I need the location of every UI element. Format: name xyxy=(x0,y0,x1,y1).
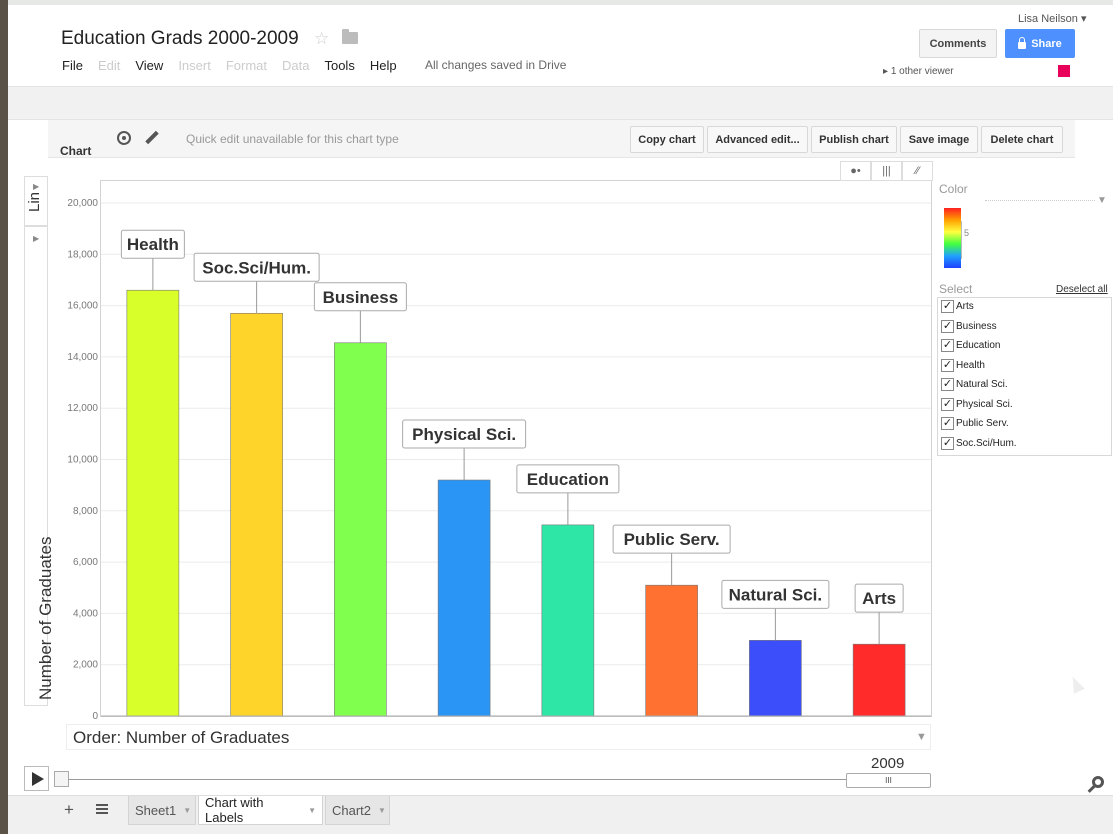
select-item-physical-sci[interactable]: ✓ Physical Sci. xyxy=(941,398,1013,411)
y-tick-label: 16,000 xyxy=(67,301,98,312)
bar[interactable] xyxy=(645,584,698,717)
y-tick-label: 14,000 xyxy=(67,352,98,363)
y-tick-label: 12,000 xyxy=(67,403,98,414)
color-scale-axis xyxy=(961,221,967,259)
caret-down-icon[interactable]: ▼ xyxy=(378,806,386,815)
select-item-business[interactable]: ✓ Business xyxy=(941,320,997,333)
checkbox-icon[interactable]: ✓ xyxy=(941,359,954,372)
caret-down-icon[interactable]: ▼ xyxy=(308,806,316,815)
data-label: Business xyxy=(323,288,399,307)
tab-sheet1[interactable]: Sheet1 ▼ xyxy=(128,796,196,825)
tab-label: Chart2 xyxy=(332,802,372,818)
wrench-icon[interactable] xyxy=(1092,776,1104,788)
timeline-track[interactable] xyxy=(68,779,847,780)
checkbox-icon[interactable]: ✓ xyxy=(941,437,954,450)
data-label: Natural Sci. xyxy=(729,585,823,604)
select-item-label: Public Serv. xyxy=(956,418,1009,429)
select-item-label: Natural Sci. xyxy=(956,379,1008,390)
bar[interactable] xyxy=(749,640,802,717)
play-button[interactable] xyxy=(24,766,49,791)
tab-chart-with-labels[interactable]: Chart with Labels ▼ xyxy=(198,795,323,825)
select-item-label: Soc.Sci/Hum. xyxy=(956,438,1017,449)
tab-chart2[interactable]: Chart2 ▼ xyxy=(325,796,390,825)
bar[interactable] xyxy=(541,524,595,717)
year-label: 2009 xyxy=(871,755,905,772)
color-scale-legend xyxy=(944,208,961,268)
select-item-arts[interactable]: ✓ Arts xyxy=(941,300,974,313)
select-item-label: Education xyxy=(956,340,1001,351)
data-label: Arts xyxy=(862,589,896,608)
select-item-label: Physical Sci. xyxy=(956,399,1013,410)
y-tick-label: 0 xyxy=(92,711,98,722)
play-icon xyxy=(32,771,44,786)
y-tick-label: 20,000 xyxy=(67,198,98,209)
checkbox-icon[interactable]: ✓ xyxy=(941,320,954,333)
bar[interactable] xyxy=(334,342,387,717)
select-item-label: Arts xyxy=(956,301,974,312)
checkbox-icon[interactable]: ✓ xyxy=(941,378,954,391)
select-item-label: Health xyxy=(956,360,985,371)
color-label: Color xyxy=(939,182,968,196)
y-tick-label: 18,000 xyxy=(67,249,98,260)
select-item-label: Business xyxy=(956,321,997,332)
caret-down-icon[interactable]: ▼ xyxy=(183,806,191,815)
select-item-natural-sci[interactable]: ✓ Natural Sci. xyxy=(941,378,1008,391)
select-label: Select xyxy=(939,282,973,296)
deselect-all-link[interactable]: Deselect all xyxy=(1056,284,1108,295)
speed-icon[interactable] xyxy=(54,771,69,787)
data-label: Soc.Sci/Hum. xyxy=(202,258,311,277)
bar[interactable] xyxy=(437,479,491,717)
sheets-list-icon[interactable] xyxy=(96,804,108,814)
data-label: Health xyxy=(127,235,179,254)
checkbox-icon[interactable]: ✓ xyxy=(941,398,954,411)
y-tick-label: 8,000 xyxy=(73,506,98,517)
checkbox-icon[interactable]: ✓ xyxy=(941,339,954,352)
data-label: Physical Sci. xyxy=(412,425,516,444)
tab-label: Sheet1 xyxy=(135,802,177,818)
dropdown-arrow-icon[interactable]: ▼ xyxy=(1097,195,1107,206)
dropdown-arrow-icon[interactable]: ▼ xyxy=(916,731,927,743)
tab-label: Chart with Labels xyxy=(205,795,264,825)
bar[interactable] xyxy=(230,312,283,717)
bar[interactable] xyxy=(126,289,180,717)
color-scale-value: 5 xyxy=(964,228,970,238)
data-label: Education xyxy=(527,470,609,489)
y-tick-label: 4,000 xyxy=(73,608,98,619)
y-tick-label: 2,000 xyxy=(73,660,98,671)
bar[interactable] xyxy=(852,643,906,717)
y-tick-label: 6,000 xyxy=(73,557,98,568)
data-label: Public Serv. xyxy=(624,530,720,549)
select-item-health[interactable]: ✓ Health xyxy=(941,359,985,372)
checkbox-icon[interactable]: ✓ xyxy=(941,417,954,430)
select-item-education[interactable]: ✓ Education xyxy=(941,339,1000,352)
add-sheet-icon[interactable]: + xyxy=(64,800,74,820)
y-tick-label: 10,000 xyxy=(67,455,98,466)
color-select[interactable] xyxy=(985,200,1095,201)
select-item-public-serv[interactable]: ✓ Public Serv. xyxy=(941,417,1009,430)
order-label: Order: Number of Graduates xyxy=(73,728,290,747)
year-slider-handle[interactable]: III xyxy=(846,773,931,788)
select-item-soc-sci[interactable]: ✓ Soc.Sci/Hum. xyxy=(941,437,1017,450)
checkbox-icon[interactable]: ✓ xyxy=(941,300,954,313)
spreadsheet-window: Education Grads 2000-2009 ☆ File Edit Vi… xyxy=(0,0,1113,834)
